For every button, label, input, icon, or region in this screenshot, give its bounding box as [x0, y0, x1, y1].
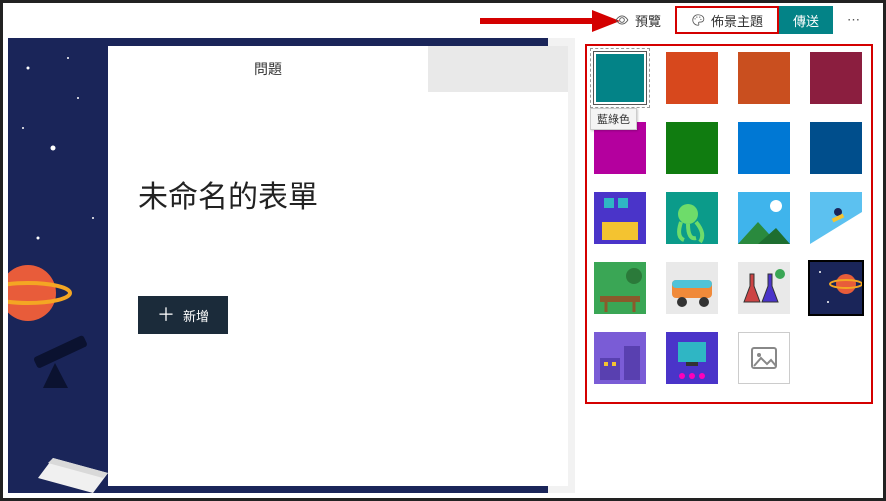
- image-icon: [751, 347, 777, 369]
- image-theme-tv[interactable]: [666, 332, 718, 384]
- swatch-rust[interactable]: [738, 52, 790, 104]
- image-theme-park[interactable]: [594, 262, 646, 314]
- form-card: 問題 未命名的表單 ＋ 新增: [108, 46, 568, 486]
- more-label: ⋯: [847, 12, 862, 28]
- theme-label: 佈景主題: [711, 11, 763, 30]
- swatch-navy[interactable]: [810, 122, 862, 174]
- image-theme-snowboard[interactable]: [810, 192, 862, 244]
- send-label: 傳送: [793, 11, 819, 30]
- swatch-orange[interactable]: [666, 52, 718, 104]
- swatch-green[interactable]: [666, 122, 718, 174]
- image-theme-van[interactable]: [666, 262, 718, 314]
- theme-panel: [594, 52, 866, 384]
- add-label: 新增: [183, 306, 209, 325]
- annotation-arrow: [480, 10, 620, 32]
- image-theme-space[interactable]: [810, 262, 862, 314]
- image-theme-mountains[interactable]: [738, 192, 790, 244]
- tab-questions[interactable]: 問題: [108, 46, 428, 92]
- plus-icon: ＋: [157, 306, 175, 324]
- send-button[interactable]: 傳送: [779, 6, 833, 34]
- image-theme-office[interactable]: [594, 332, 646, 384]
- top-toolbar: 預覽 佈景主題 傳送 ⋯: [601, 6, 876, 34]
- form-canvas: 問題 未命名的表單 ＋ 新增: [8, 38, 575, 493]
- theme-button[interactable]: 佈景主題: [675, 6, 779, 34]
- image-theme-flasks[interactable]: [738, 262, 790, 314]
- palette-icon: [691, 13, 705, 27]
- image-theme-room[interactable]: [594, 192, 646, 244]
- upload-image-button[interactable]: [738, 332, 790, 384]
- form-tabs: 問題: [108, 46, 568, 92]
- preview-button[interactable]: 預覽: [601, 6, 675, 34]
- form-title[interactable]: 未命名的表單: [108, 92, 568, 216]
- preview-label: 預覽: [635, 11, 661, 30]
- swatch-blue[interactable]: [738, 122, 790, 174]
- image-theme-octopus[interactable]: [666, 192, 718, 244]
- eye-icon: [615, 13, 629, 27]
- more-button[interactable]: ⋯: [833, 6, 876, 34]
- swatch-tooltip: 藍綠色: [590, 108, 637, 130]
- tab-responses[interactable]: [428, 46, 568, 92]
- swatch-teal[interactable]: [594, 52, 646, 104]
- add-question-button[interactable]: ＋ 新增: [138, 296, 228, 334]
- swatch-crimson[interactable]: [810, 52, 862, 104]
